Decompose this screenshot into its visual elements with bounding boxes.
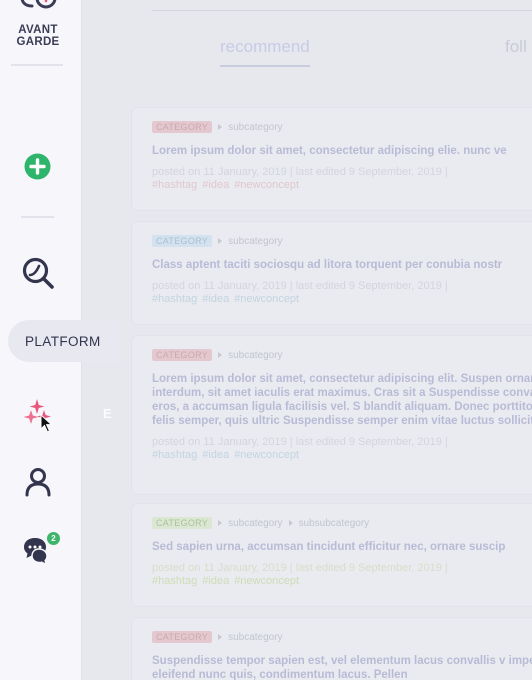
post-tags: #hashtag #idea #newconcept bbox=[152, 449, 532, 461]
post-tags: #hashtag #idea #newconcept bbox=[152, 293, 532, 305]
tag-link[interactable]: #newconcept bbox=[234, 575, 299, 587]
tag-link[interactable]: #idea bbox=[202, 179, 229, 191]
post-breadcrumb: CATEGORY subcategory bbox=[152, 234, 532, 248]
post-card[interactable]: CATEGORY subcategory Lorem ipsum dolor s… bbox=[132, 336, 532, 494]
chevron-right-icon bbox=[218, 238, 223, 244]
top-divider bbox=[152, 10, 532, 11]
post-date: posted on 11 January, 2019 | last edited… bbox=[152, 166, 448, 178]
divider bbox=[21, 216, 54, 218]
post-title[interactable]: Lorem ipsum dolor sit amet, consectetur … bbox=[152, 372, 532, 428]
post-card[interactable]: CATEGORY subcategory subsubcategory Sed … bbox=[132, 504, 532, 606]
category-badge[interactable]: CATEGORY bbox=[152, 631, 213, 643]
chevron-right-icon bbox=[218, 520, 223, 526]
subcategory-link[interactable]: subcategory bbox=[228, 122, 282, 133]
tag-link[interactable]: #idea bbox=[202, 293, 229, 305]
tag-link[interactable]: #hashtag bbox=[152, 449, 197, 461]
post-card[interactable]: CATEGORY subcategory Suspendisse tempor … bbox=[132, 618, 532, 680]
post-breadcrumb: CATEGORY subcategory subsubcategory bbox=[152, 516, 532, 530]
tag-link[interactable]: #idea bbox=[202, 575, 229, 587]
sidebar: AVANT GARDE PLATFORM 2 bbox=[0, 0, 120, 680]
post-breadcrumb: CATEGORY subcategory bbox=[152, 348, 532, 362]
tag-link[interactable]: #newconcept bbox=[234, 293, 299, 305]
brand-name-line1: AVANT bbox=[18, 24, 58, 36]
chat-notification-badge: 2 bbox=[47, 532, 60, 545]
plus-circle-icon[interactable] bbox=[24, 153, 51, 180]
post-card[interactable]: CATEGORY subcategory Lorem ipsum dolor s… bbox=[132, 108, 532, 210]
category-badge[interactable]: CATEGORY bbox=[152, 121, 213, 133]
post-date: posted on 11 January, 2019 | last edited… bbox=[152, 280, 448, 292]
post-title[interactable]: Lorem ipsum dolor sit amet, consectetur … bbox=[152, 144, 532, 158]
post-title[interactable]: Suspendisse tempor sapien est, vel eleme… bbox=[152, 654, 532, 680]
subcategory-link[interactable]: subcategory bbox=[228, 518, 282, 529]
chevron-right-icon bbox=[218, 124, 223, 130]
logo-icon bbox=[20, 0, 57, 9]
subcategory-link[interactable]: subcategory bbox=[228, 236, 282, 247]
search-icon[interactable] bbox=[21, 256, 55, 290]
category-badge[interactable]: CATEGORY bbox=[152, 349, 213, 361]
category-badge[interactable]: CATEGORY bbox=[152, 517, 213, 529]
post-title[interactable]: Sed sapien urna, accumsan tincidunt effi… bbox=[152, 540, 532, 554]
brand-name-line2: GARDE bbox=[16, 36, 60, 48]
flyout-letter: E bbox=[103, 406, 112, 421]
subcategory-link[interactable]: subcategory bbox=[228, 632, 282, 643]
post-date: posted on 11 January, 2019 | last edited… bbox=[152, 436, 448, 448]
tag-link[interactable]: #hashtag bbox=[152, 575, 197, 587]
post-tags: #hashtag #idea #newconcept bbox=[152, 575, 532, 587]
user-icon[interactable] bbox=[24, 467, 52, 497]
subcategory-link[interactable]: subcategory bbox=[228, 350, 282, 361]
tag-link[interactable]: #newconcept bbox=[234, 179, 299, 191]
post-breadcrumb: CATEGORY subcategory bbox=[152, 630, 532, 644]
sidebar-item-platform[interactable]: PLATFORM bbox=[8, 320, 120, 362]
feed-area: recommend foll CATEGORY subcategory Lore… bbox=[82, 0, 532, 680]
category-badge[interactable]: CATEGORY bbox=[152, 235, 213, 247]
sidebar-item-label: PLATFORM bbox=[25, 333, 101, 349]
mouse-cursor-icon bbox=[40, 414, 53, 433]
tag-link[interactable]: #idea bbox=[202, 449, 229, 461]
divider bbox=[11, 64, 63, 66]
chevron-right-icon bbox=[218, 352, 223, 358]
post-card[interactable]: CATEGORY subcategory Class aptent taciti… bbox=[132, 222, 532, 324]
subsubcategory-link[interactable]: subsubcategory bbox=[299, 518, 370, 529]
post-title[interactable]: Class aptent taciti sociosqu ad litora t… bbox=[152, 258, 532, 272]
tab-recommend[interactable]: recommend bbox=[220, 37, 310, 67]
tag-link[interactable]: #hashtag bbox=[152, 179, 197, 191]
chevron-right-icon bbox=[218, 634, 223, 640]
chevron-right-icon bbox=[288, 520, 293, 526]
tab-following[interactable]: foll bbox=[505, 37, 527, 57]
tag-link[interactable]: #hashtag bbox=[152, 293, 197, 305]
post-date: posted on 11 January, 2019 | last edited… bbox=[152, 562, 448, 574]
post-breadcrumb: CATEGORY subcategory bbox=[152, 120, 532, 134]
tag-link[interactable]: #newconcept bbox=[234, 449, 299, 461]
post-tags: #hashtag #idea #newconcept bbox=[152, 179, 532, 191]
